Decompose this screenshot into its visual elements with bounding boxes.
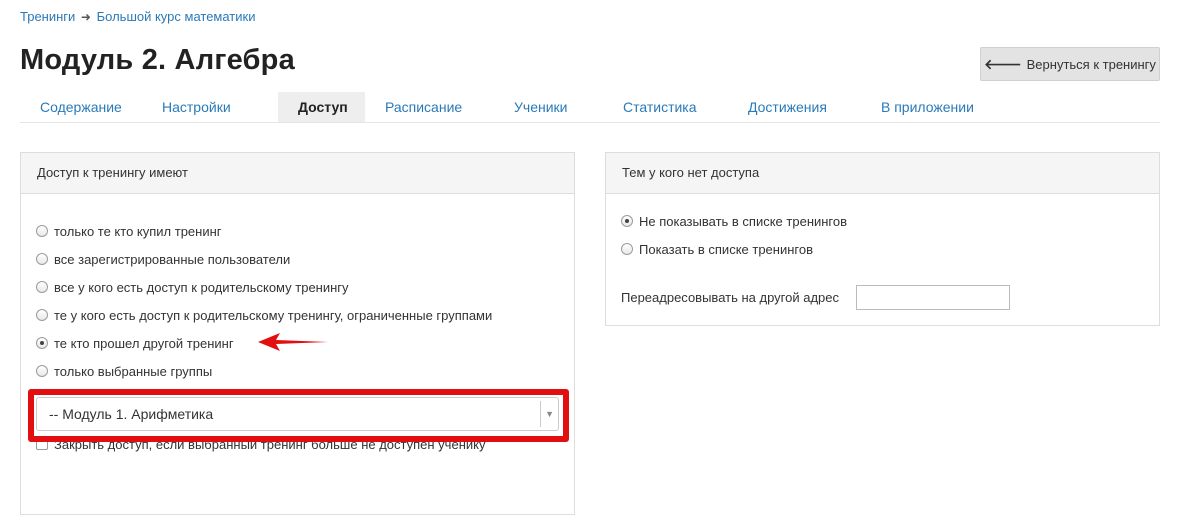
radio-button-checked[interactable] bbox=[36, 337, 48, 349]
breadcrumb-arrow-icon: ➜ bbox=[80, 10, 91, 24]
page-title: Модуль 2. Алгебра bbox=[20, 44, 295, 76]
tab-in-app[interactable]: В приложении bbox=[861, 92, 1011, 122]
radio-button[interactable] bbox=[36, 281, 48, 293]
access-option-label: только те кто купил тренинг bbox=[54, 223, 222, 239]
no-access-option-hide[interactable]: Не показывать в списке тренингов bbox=[621, 212, 847, 230]
highlight-frame bbox=[28, 389, 569, 442]
access-option-purchased[interactable]: только те кто купил тренинг bbox=[36, 222, 222, 240]
access-panel-title: Доступ к тренингу имеют bbox=[21, 153, 574, 194]
access-option-parent-access[interactable]: все у кого есть доступ к родительскому т… bbox=[36, 278, 349, 296]
radio-button[interactable] bbox=[36, 253, 48, 265]
tab-students[interactable]: Ученики bbox=[494, 92, 603, 122]
access-option-selected-groups[interactable]: только выбранные группы bbox=[36, 362, 212, 380]
no-access-option-show[interactable]: Показать в списке тренингов bbox=[621, 240, 813, 258]
no-access-panel-title: Тем у кого нет доступа bbox=[606, 153, 1159, 194]
tab-schedule[interactable]: Расписание bbox=[365, 92, 494, 122]
access-option-label: все зарегистрированные пользователи bbox=[54, 251, 291, 267]
access-option-completed-other[interactable]: те кто прошел другой тренинг bbox=[36, 334, 234, 352]
back-button-label: Вернуться к тренингу bbox=[1026, 56, 1156, 72]
red-arrow-icon bbox=[258, 333, 328, 351]
access-option-label: только выбранные группы bbox=[54, 363, 213, 379]
access-option-label: все у кого есть доступ к родительскому т… bbox=[54, 279, 349, 295]
breadcrumb: Тренинги ➜ Большой курс математики bbox=[20, 9, 255, 24]
access-option-label: те у кого есть доступ к родительскому тр… bbox=[54, 307, 493, 323]
access-option-parent-groups[interactable]: те у кого есть доступ к родительскому тр… bbox=[36, 306, 492, 324]
radio-button[interactable] bbox=[621, 243, 633, 255]
tab-bar: Содержание Настройки Доступ Расписание У… bbox=[20, 92, 1160, 123]
tab-access[interactable]: Доступ bbox=[278, 92, 365, 122]
redirect-label: Переадресовывать на другой адрес bbox=[621, 290, 840, 305]
back-to-training-button[interactable]: 🡐 Вернуться к тренингу bbox=[980, 47, 1160, 81]
access-option-all-registered[interactable]: все зарегистрированные пользователи bbox=[36, 250, 290, 268]
tab-statistics[interactable]: Статистика bbox=[603, 92, 728, 122]
access-option-label: те кто прошел другой тренинг bbox=[54, 335, 234, 351]
no-access-option-label: Не показывать в списке тренингов bbox=[639, 213, 848, 229]
breadcrumb-link-course[interactable]: Большой курс математики bbox=[97, 9, 256, 24]
tab-settings[interactable]: Настройки bbox=[142, 92, 278, 122]
radio-button[interactable] bbox=[36, 225, 48, 237]
no-access-option-label: Показать в списке тренингов bbox=[639, 241, 813, 257]
radio-button[interactable] bbox=[36, 365, 48, 377]
radio-button[interactable] bbox=[36, 309, 48, 321]
breadcrumb-link-trainings[interactable]: Тренинги bbox=[20, 9, 75, 24]
radio-button-checked[interactable] bbox=[621, 215, 633, 227]
tab-achievements[interactable]: Достижения bbox=[728, 92, 861, 122]
redirect-url-input[interactable] bbox=[856, 285, 1010, 310]
arrow-left-icon: 🡐 bbox=[984, 55, 1022, 72]
tab-content[interactable]: Содержание bbox=[20, 92, 142, 122]
